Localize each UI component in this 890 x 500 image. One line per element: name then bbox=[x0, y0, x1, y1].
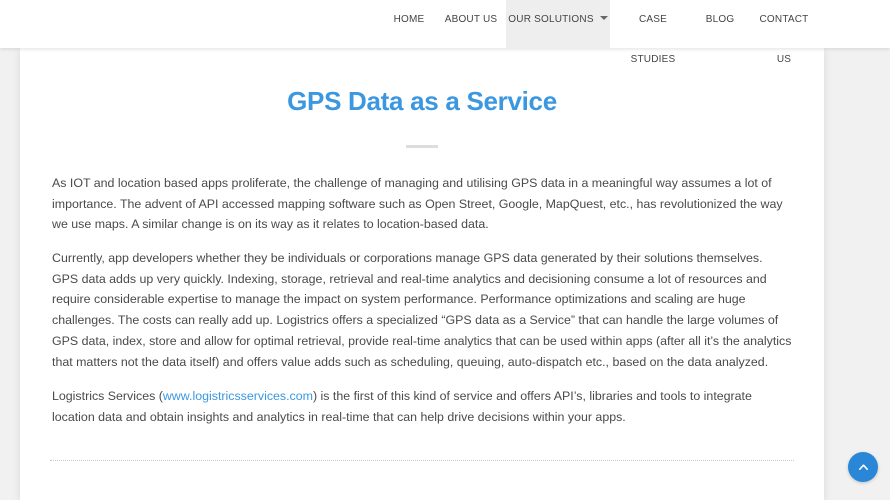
nav-home-label: HOME bbox=[393, 14, 425, 25]
section-divider bbox=[50, 460, 794, 461]
nav-our-solutions[interactable]: OUR SOLUTIONS bbox=[506, 0, 610, 48]
nav-case-studies[interactable]: CASE STUDIES bbox=[616, 0, 690, 65]
title-divider bbox=[406, 145, 438, 148]
nav-case-studies-label: CASE STUDIES bbox=[630, 14, 676, 65]
nav-about-us-label: ABOUT US bbox=[444, 14, 498, 25]
content-card: GPS Data as a Service As IOT and locatio… bbox=[20, 48, 824, 500]
paragraph-details: Currently, app developers whether they b… bbox=[52, 251, 792, 369]
nav-blog[interactable]: BLOG bbox=[700, 0, 740, 48]
logistrics-website-link[interactable]: www.logistricsservices.com bbox=[163, 389, 313, 403]
paragraph-logistrics-start: Logistrics Services ( bbox=[52, 389, 163, 403]
paragraph-intro: As IOT and location based apps prolifera… bbox=[52, 176, 783, 232]
page-title: GPS Data as a Service bbox=[287, 86, 557, 116]
top-navigation: HOME ABOUT US OUR SOLUTIONS CASE STUDIES… bbox=[0, 0, 890, 65]
paragraph-logistrics: Logistrics Services (www.logistricsservi… bbox=[52, 386, 792, 427]
nav-our-solutions-label: OUR SOLUTIONS bbox=[508, 14, 594, 25]
nav-contact-us[interactable]: CONTACT US bbox=[752, 0, 816, 65]
arrow-up-icon bbox=[859, 464, 868, 470]
nav-home[interactable]: HOME bbox=[386, 0, 432, 48]
nav-blog-label: BLOG bbox=[705, 14, 735, 25]
caret-down-icon bbox=[599, 16, 608, 21]
scroll-to-top-button[interactable] bbox=[848, 452, 878, 482]
nav-about-us[interactable]: ABOUT US bbox=[440, 0, 502, 48]
